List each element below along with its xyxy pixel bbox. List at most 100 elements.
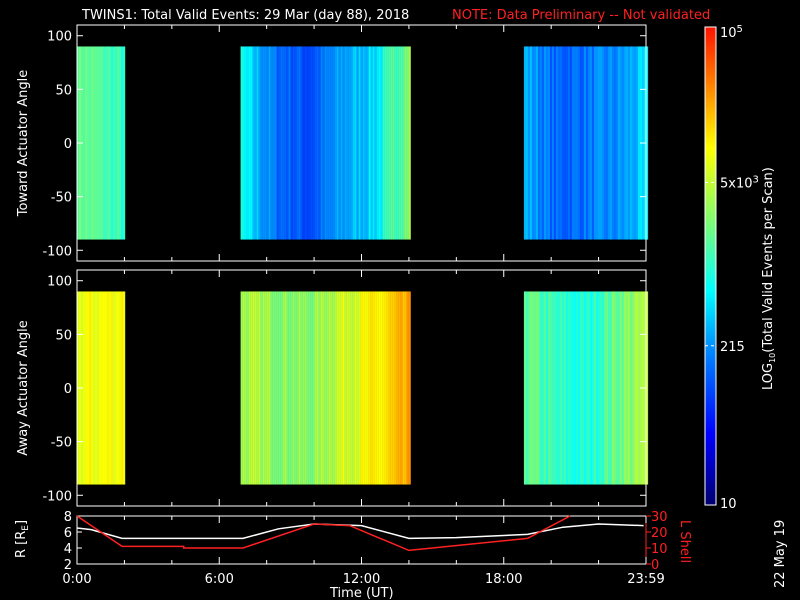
- colorbar-segment: [705, 69, 716, 72]
- heatmap-column: [633, 291, 637, 485]
- heatmap-column: [577, 291, 581, 485]
- colorbar-segment: [705, 501, 716, 504]
- heatmap-column: [581, 291, 585, 485]
- twins-plot: TWINS1: Total Valid Events: 29 Mar (day …: [14, 8, 788, 600]
- heatmap-column: [380, 291, 383, 485]
- colorbar-segment: [705, 153, 716, 156]
- colorbar-segment: [705, 455, 716, 458]
- heatmap-column: [308, 291, 311, 485]
- heatmap-column: [316, 291, 319, 485]
- colorbar-segment: [705, 389, 716, 392]
- heatmap-column: [360, 291, 363, 485]
- colorbar-segment: [705, 279, 716, 282]
- heatmap-column: [617, 46, 621, 240]
- heatmap-column: [613, 46, 617, 240]
- colorbar-segment: [705, 491, 716, 494]
- heatmap-column: [386, 291, 389, 485]
- colorbar-segment: [705, 381, 716, 384]
- colorbar-segment: [705, 191, 716, 194]
- heatmap-column: [258, 291, 261, 485]
- heatmap-column: [296, 291, 299, 485]
- heatmap-column: [549, 291, 553, 485]
- heatmap-column: [113, 46, 116, 240]
- heatmap-column: [264, 46, 267, 240]
- x-tick-label: 6:00: [205, 572, 234, 587]
- colorbar-segment: [705, 401, 716, 404]
- heatmap-column: [545, 46, 549, 240]
- heatmap-column: [260, 46, 263, 240]
- heatmap-column: [324, 291, 327, 485]
- y-axis-label: Toward Actuator Angle: [16, 70, 31, 217]
- heatmap-column: [262, 291, 265, 485]
- heatmap-column: [300, 46, 303, 240]
- heatmap-column: [408, 46, 411, 240]
- colorbar-segment: [705, 135, 716, 138]
- heatmap-column: [117, 46, 120, 240]
- heatmap-column: [587, 46, 591, 240]
- heatmap-column: [340, 46, 343, 240]
- colorbar-segment: [705, 223, 716, 226]
- heatmap-column: [635, 291, 639, 485]
- colorbar-segment: [705, 357, 716, 360]
- colorbar-segment: [705, 267, 716, 270]
- heatmap-column: [563, 46, 567, 240]
- colorbar-segment: [705, 215, 716, 218]
- heatmap-column: [565, 291, 569, 485]
- colorbar-segment: [705, 475, 716, 478]
- heatmap-column: [372, 291, 375, 485]
- colorbar-segment: [705, 317, 716, 320]
- heatmap-column: [336, 46, 339, 240]
- colorbar-segment: [705, 71, 716, 74]
- colorbar-segment: [705, 421, 716, 424]
- colorbar-segment: [705, 75, 716, 78]
- heatmap-column: [551, 291, 555, 485]
- colorbar-segment: [705, 479, 716, 482]
- heatmap-column: [597, 291, 601, 485]
- heatmap-column: [541, 291, 545, 485]
- heatmap-column: [360, 46, 363, 240]
- colorbar-segment: [705, 97, 716, 100]
- heatmap-column: [105, 291, 108, 485]
- y-tick-label: 0: [64, 137, 72, 152]
- colorbar-segment: [705, 397, 716, 400]
- colorbar-segment: [705, 249, 716, 252]
- colorbar-segment: [705, 65, 716, 68]
- heatmap-column: [354, 46, 357, 240]
- heatmap-column: [380, 46, 383, 240]
- heatmap-column: [362, 291, 365, 485]
- y-tick-label: 50: [55, 83, 72, 98]
- colorbar-segment: [705, 287, 716, 290]
- heatmap-column: [336, 291, 339, 485]
- heatmap-column: [388, 46, 391, 240]
- heatmap-column: [583, 46, 587, 240]
- heatmap-column: [252, 46, 255, 240]
- heatmap-column: [97, 46, 100, 240]
- heatmap-column: [103, 46, 106, 240]
- colorbar-segment: [705, 115, 716, 118]
- colorbar-segment: [705, 497, 716, 500]
- heatmap-column: [579, 46, 583, 240]
- heatmap-column: [581, 46, 585, 240]
- colorbar-segment: [705, 461, 716, 464]
- colorbar-segment: [705, 331, 716, 334]
- y-tick-label: 0: [64, 382, 72, 397]
- heatmap-column: [340, 291, 343, 485]
- heatmap-column: [276, 46, 279, 240]
- heatmap-column: [107, 46, 110, 240]
- heatmap-column: [595, 46, 599, 240]
- heatmap-column: [557, 46, 561, 240]
- heatmap-column: [555, 46, 559, 240]
- heatmap-column: [101, 46, 104, 240]
- colorbar-segment: [705, 253, 716, 256]
- heatmap-column: [274, 46, 277, 240]
- heatmap-column: [543, 291, 547, 485]
- colorbar-segment: [705, 275, 716, 278]
- heatmap-column: [304, 291, 307, 485]
- orbit-panel: 0:00 6:00 12:00 18:00 23:59 8642 3020100 Time (…: [14, 510, 692, 600]
- heatmap-column: [625, 291, 629, 485]
- colorbar-segment: [705, 47, 716, 50]
- colorbar-segment: [705, 245, 716, 248]
- colorbar-segment: [705, 301, 716, 304]
- colorbar-segment: [705, 207, 716, 210]
- heatmap-column: [274, 291, 277, 485]
